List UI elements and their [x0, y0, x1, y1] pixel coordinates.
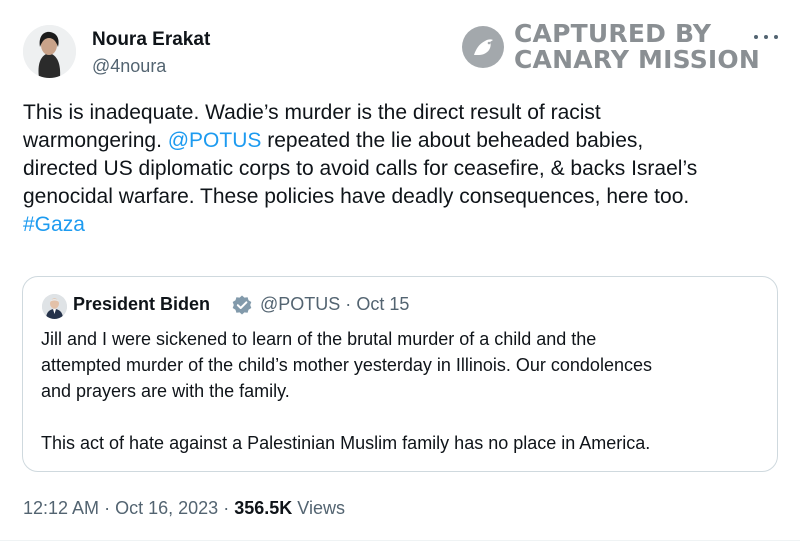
quote-avatar-image	[42, 294, 67, 319]
watermark-line-1: CAPTURED BY	[514, 19, 712, 48]
author-avatar-image	[23, 25, 76, 78]
meta-separator: ·	[223, 498, 230, 518]
tweet-text-line: This is inadequate. Wadie’s murder is th…	[23, 99, 783, 127]
quote-text-line: Jill and I were sickened to learn of the…	[41, 329, 597, 349]
tweet-text-segment: genocidal warfare. These policies have d…	[23, 185, 690, 208]
tweet-text-segment: This is inadequate. Wadie’s murder is th…	[23, 101, 601, 124]
tweet-time[interactable]: 12:12 AM	[23, 498, 99, 518]
verified-badge-icon	[232, 295, 252, 315]
quote-text-line: This act of hate against a Palestinian M…	[41, 433, 651, 453]
mention-link[interactable]: @POTUS	[168, 129, 262, 152]
views-label: Views	[297, 498, 345, 518]
quote-author-name[interactable]: President Biden	[73, 294, 210, 315]
quote-separator: ·	[345, 294, 352, 314]
tweet-text: This is inadequate. Wadie’s murder is th…	[23, 99, 783, 239]
views-count: 356.5K	[234, 498, 293, 518]
author-name[interactable]: Noura Erakat	[92, 29, 210, 51]
watermark-line-2: CANARY MISSION	[514, 45, 761, 74]
more-options-icon[interactable]	[754, 30, 778, 44]
quote-text-line: attempted murder of the child’s mother y…	[41, 355, 652, 375]
quote-avatar[interactable]	[42, 294, 67, 319]
author-avatar[interactable]	[23, 25, 76, 78]
tweet-text-segment: directed US diplomatic corps to avoid ca…	[23, 157, 698, 180]
meta-separator: ·	[104, 498, 111, 518]
hashtag-link[interactable]: #Gaza	[23, 213, 85, 236]
quote-date[interactable]: Oct 15	[356, 294, 409, 314]
tweet-text-line: warmongering. @POTUS repeated the lie ab…	[23, 127, 783, 155]
tweet-date[interactable]: Oct 16, 2023	[115, 498, 218, 518]
quote-author-handle[interactable]: @POTUS	[260, 294, 340, 314]
tweet-text-line: #Gaza	[23, 211, 783, 239]
quote-text-line: and prayers are with the family.	[41, 381, 290, 401]
tweet-text-segment: repeated the lie about beheaded babies,	[261, 129, 644, 152]
tweet-text-line: genocidal warfare. These policies have d…	[23, 183, 783, 211]
quoted-tweet[interactable]: President Biden @POTUS · Oct 15 Jill and…	[22, 276, 778, 472]
divider	[0, 540, 800, 541]
canary-bird-icon	[462, 26, 504, 68]
quote-text: Jill and I were sickened to learn of the…	[41, 326, 771, 456]
tweet-text-segment: warmongering.	[23, 129, 168, 152]
canary-mission-watermark: CAPTURED BY CANARY MISSION	[460, 20, 760, 74]
author-handle[interactable]: @4noura	[92, 56, 166, 77]
quote-text-line	[41, 404, 771, 430]
tweet-text-line: directed US diplomatic corps to avoid ca…	[23, 155, 783, 183]
tweet-meta: 12:12 AM · Oct 16, 2023 · 356.5K Views	[23, 498, 345, 519]
quote-meta: @POTUS · Oct 15	[260, 294, 409, 315]
